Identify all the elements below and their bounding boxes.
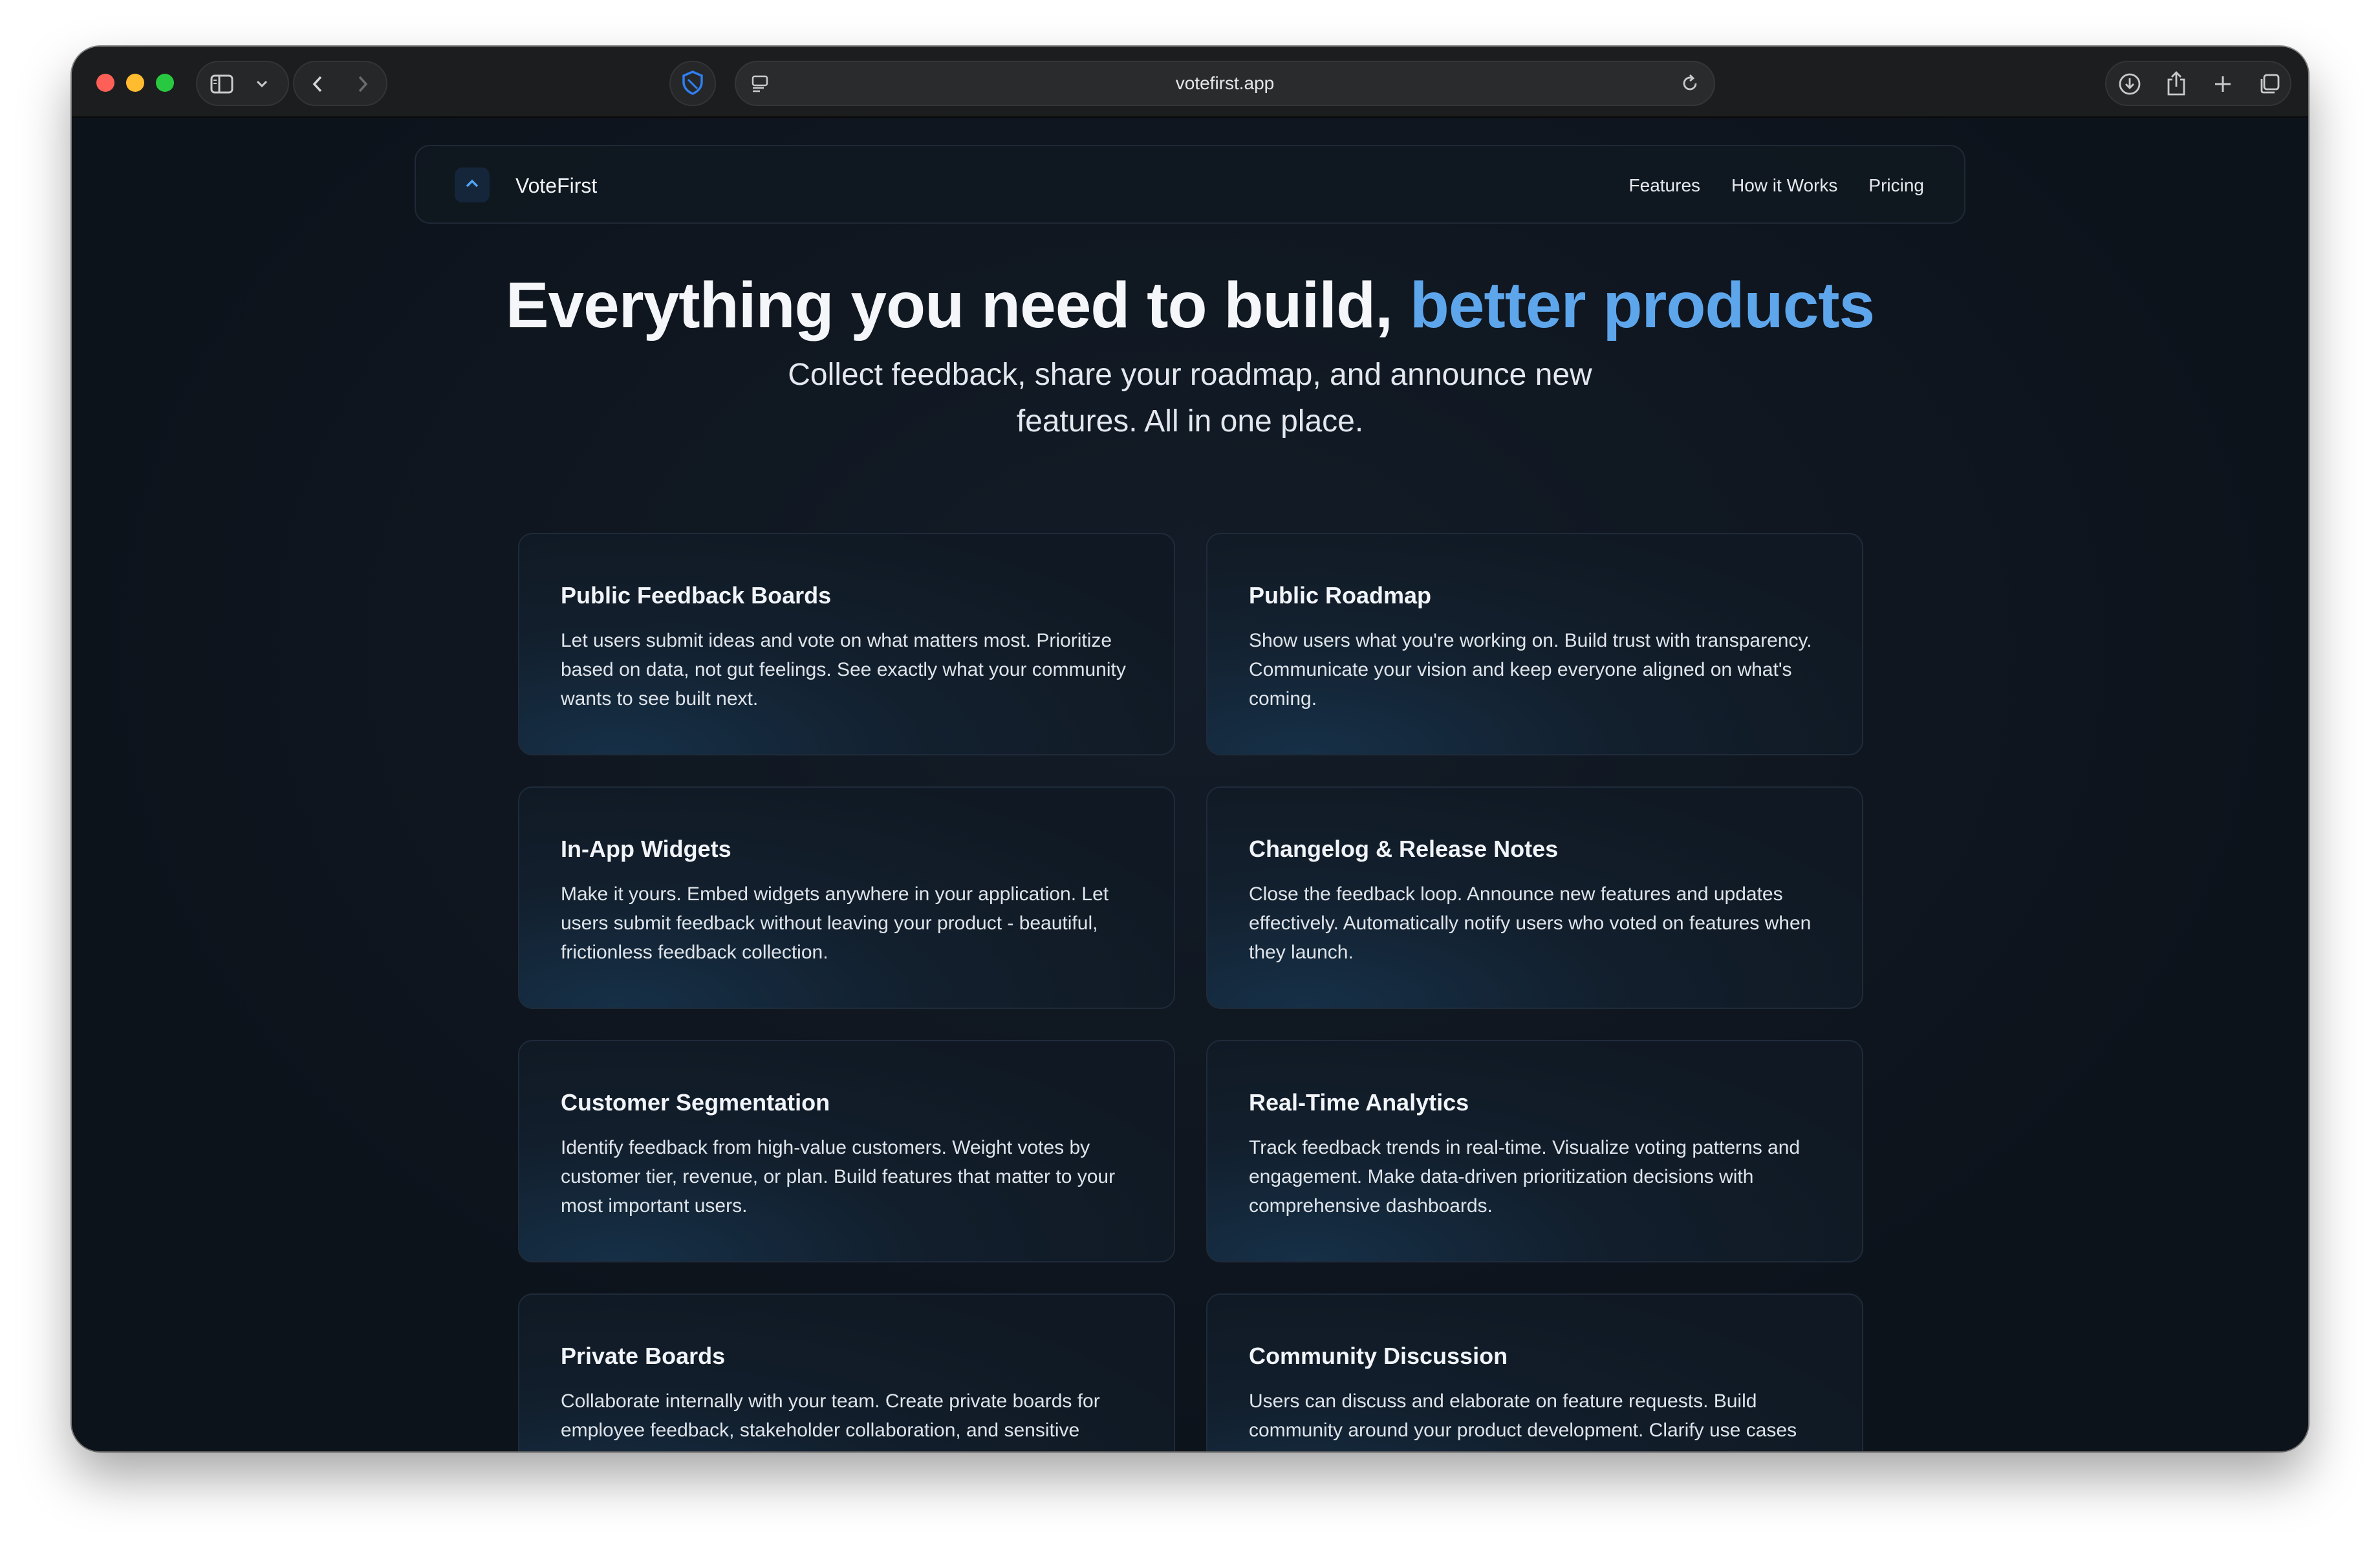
hero-title: Everything you need to build, better pro… xyxy=(72,266,2308,344)
feature-title: Customer Segmentation xyxy=(561,1089,830,1116)
browser-toolbar: votefirst.app xyxy=(72,47,2308,118)
new-tab-icon[interactable] xyxy=(2209,70,2237,98)
toolbar-actions-group xyxy=(2105,61,2291,106)
close-window-button[interactable] xyxy=(96,74,114,92)
feature-description: Show users what you're working on. Build… xyxy=(1249,630,1812,709)
feature-card: Changelog & Release Notes Close the feed… xyxy=(1206,786,1863,1009)
share-icon[interactable] xyxy=(2162,69,2191,98)
address-bar[interactable]: votefirst.app xyxy=(735,61,1715,106)
hero-title-main: Everything you need to build, xyxy=(505,269,1410,341)
chevron-down-icon[interactable] xyxy=(249,71,275,97)
sidebar-toggle-group[interactable] xyxy=(196,61,289,106)
feature-card: Customer Segmentation Identify feedback … xyxy=(518,1040,1175,1262)
nav-link-how-it-works[interactable]: How it Works xyxy=(1731,169,1837,202)
reload-icon[interactable] xyxy=(1678,71,1702,96)
feature-description: Let users submit ideas and vote on what … xyxy=(561,630,1126,709)
site-nav: VoteFirst Features How it Works Pricing xyxy=(415,145,1965,224)
feature-title: Community Discussion xyxy=(1249,1343,1508,1369)
feature-card: Public Roadmap Show users what you're wo… xyxy=(1206,533,1863,755)
web-page: VoteFirst Features How it Works Pricing … xyxy=(72,118,2308,1451)
feature-card: Real-Time Analytics Track feedback trend… xyxy=(1206,1040,1863,1262)
feature-card: Public Feedback Boards Let users submit … xyxy=(518,533,1175,755)
feature-card: In-App Widgets Make it yours. Embed widg… xyxy=(518,786,1175,1009)
feature-card: Community Discussion Users can discuss a… xyxy=(1206,1293,1863,1451)
feature-title: Public Roadmap xyxy=(1249,582,1432,609)
logo[interactable] xyxy=(455,168,490,202)
nav-link-features[interactable]: Features xyxy=(1629,169,1701,202)
feature-description: Users can discuss and elaborate on featu… xyxy=(1249,1390,1797,1451)
feature-description: Close the feedback loop. Announce new fe… xyxy=(1249,883,1812,963)
feature-title: Public Feedback Boards xyxy=(561,582,832,609)
feature-description: Make it yours. Embed widgets anywhere in… xyxy=(561,883,1109,963)
maximize-window-button[interactable] xyxy=(156,74,174,92)
nav-link-pricing[interactable]: Pricing xyxy=(1868,169,1924,202)
tab-overview-icon[interactable] xyxy=(2255,70,2284,98)
feature-title: In-App Widgets xyxy=(561,836,731,862)
feature-title: Private Boards xyxy=(561,1343,726,1369)
back-arrow-icon[interactable] xyxy=(305,71,330,97)
feature-description: Collaborate internally with your team. C… xyxy=(561,1390,1100,1451)
feature-description: Track feedback trends in real-time. Visu… xyxy=(1249,1137,1801,1217)
shield-icon xyxy=(680,70,706,96)
feature-title: Changelog & Release Notes xyxy=(1249,836,1559,862)
feature-card: Private Boards Collaborate internally wi… xyxy=(518,1293,1175,1451)
brand-name[interactable]: VoteFirst xyxy=(515,169,597,202)
caret-up-icon xyxy=(465,179,479,191)
sidebar-icon[interactable] xyxy=(209,71,235,97)
url-text[interactable]: votefirst.app xyxy=(736,62,1714,105)
nav-links: Features How it Works Pricing xyxy=(1629,169,1924,202)
browser-window: votefirst.app VoteFirst Features How it … xyxy=(72,47,2308,1451)
forward-arrow-icon[interactable] xyxy=(350,71,376,97)
hero-subtitle: Collect feedback, share your roadmap, an… xyxy=(788,358,1592,438)
minimize-window-button[interactable] xyxy=(126,74,144,92)
navigation-group xyxy=(293,61,387,106)
privacy-shield-button[interactable] xyxy=(669,61,716,106)
feature-description: Identify feedback from high-value custom… xyxy=(561,1137,1116,1217)
hero-title-accent: better products xyxy=(1409,269,1875,341)
feature-title: Real-Time Analytics xyxy=(1249,1089,1469,1116)
download-icon[interactable] xyxy=(2115,70,2144,98)
